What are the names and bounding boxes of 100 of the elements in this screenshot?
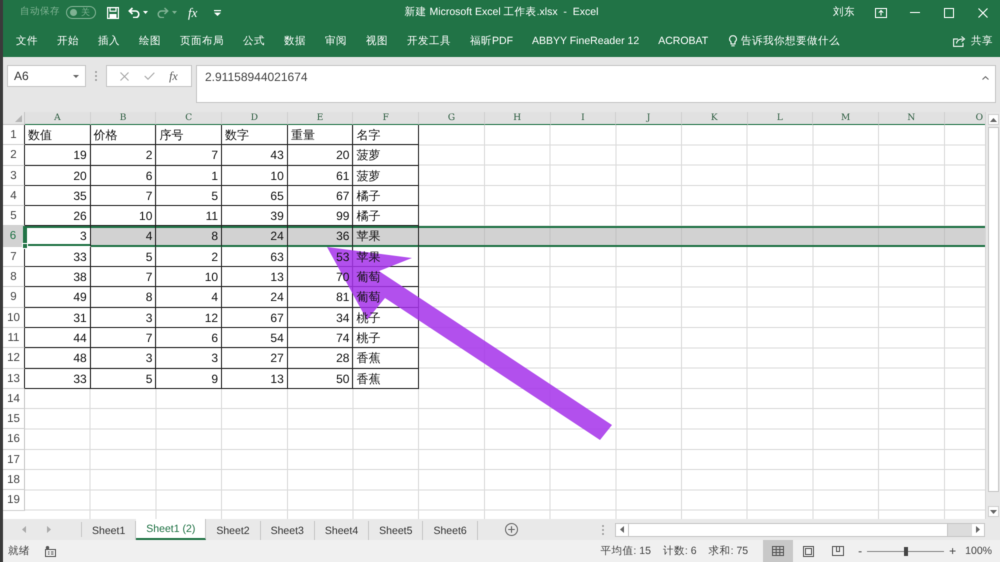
zoom-out-button[interactable]: -	[858, 544, 862, 558]
column-header[interactable]: I	[550, 112, 616, 125]
ribbon-tab[interactable]: ACROBAT	[658, 34, 708, 48]
row-header[interactable]: 7	[3, 246, 25, 268]
row-header[interactable]: 5	[3, 206, 25, 226]
close-icon[interactable]	[978, 8, 988, 18]
table-cell: 苹果	[353, 226, 420, 247]
row-header[interactable]: 10	[3, 308, 25, 328]
scroll-right-icon[interactable]	[976, 526, 980, 533]
ribbon-tab[interactable]: 文件	[16, 34, 38, 48]
column-header[interactable]: M	[813, 112, 879, 125]
customize-icon[interactable]	[214, 10, 222, 16]
share-button[interactable]: 共享	[953, 34, 993, 48]
minimize-icon[interactable]	[910, 12, 920, 13]
zoom-level-text[interactable]: 100%	[965, 544, 992, 558]
add-sheet-icon[interactable]	[504, 523, 518, 536]
row-header[interactable]: 19	[3, 490, 25, 511]
row-header[interactable]: 1	[3, 125, 25, 146]
column-header[interactable]: L	[748, 112, 814, 125]
table-cell: 4	[90, 226, 156, 247]
user-name[interactable]: 刘东	[833, 4, 856, 20]
table-cell: 橘子	[353, 186, 420, 206]
ribbon-tab[interactable]: 绘图	[139, 34, 161, 48]
scroll-up-icon[interactable]	[990, 118, 996, 122]
ribbon-tab[interactable]: 公式	[243, 34, 265, 48]
row-header[interactable]: 17	[3, 450, 25, 470]
row-header[interactable]: 18	[3, 470, 25, 490]
column-header[interactable]: K	[682, 112, 748, 125]
ribbon-tab[interactable]: 数据	[284, 34, 306, 48]
sheet-tab[interactable]: Sheet1 (2)	[136, 519, 206, 540]
table-cell: 7	[90, 328, 156, 348]
table-cell: 20	[25, 166, 91, 186]
page-break-icon	[832, 546, 844, 556]
zoom-in-button[interactable]: +	[949, 544, 956, 558]
table-cell: 7	[90, 267, 156, 288]
column-header[interactable]: B	[90, 112, 156, 125]
ribbon-display-options-icon[interactable]	[875, 8, 888, 18]
tell-me-search[interactable]: 告诉我你想要做什么	[729, 34, 840, 48]
table-cell: 数字	[222, 125, 288, 146]
scroll-down-icon[interactable]	[990, 510, 996, 514]
horizontal-scrollbar-thumb[interactable]	[628, 524, 948, 536]
column-header[interactable]: J	[616, 112, 682, 125]
row-header[interactable]: 14	[3, 388, 25, 410]
row-header[interactable]: 4	[3, 186, 25, 206]
save-icon[interactable]	[107, 6, 119, 18]
undo-icon[interactable]	[128, 7, 140, 18]
caret-icon[interactable]	[143, 11, 148, 14]
row-header[interactable]: 12	[3, 348, 25, 369]
fill-handle[interactable]	[22, 242, 28, 249]
expand-formula-bar-icon[interactable]	[982, 76, 989, 80]
column-header[interactable]: D	[222, 112, 288, 125]
scroll-left-icon[interactable]	[620, 526, 624, 533]
table-cell: 1	[156, 166, 222, 186]
ribbon-tab[interactable]: 页面布局	[180, 34, 224, 48]
ribbon-tab[interactable]: 视图	[366, 34, 388, 48]
table-cell: 价格	[90, 125, 156, 146]
column-header[interactable]: H	[484, 112, 550, 125]
column-header[interactable]: O	[944, 112, 985, 125]
row-header[interactable]: 16	[3, 429, 25, 450]
vertical-scrollbar-thumb[interactable]	[988, 127, 998, 492]
table-cell: 65	[222, 186, 288, 206]
table-cell: 74	[288, 328, 354, 348]
toggle-knob-icon	[70, 9, 77, 16]
ribbon-tab[interactable]: 开始	[57, 34, 79, 48]
column-header[interactable]: A	[25, 112, 91, 125]
table-cell: 33	[25, 368, 91, 389]
row-header[interactable]: 9	[3, 287, 25, 308]
row-header[interactable]: 6	[3, 226, 25, 247]
table-cell: 63	[222, 246, 288, 268]
table-cell: 24	[222, 287, 288, 308]
insert-function-button[interactable]: fx	[188, 6, 198, 20]
ribbon-tab[interactable]: 插入	[98, 34, 120, 48]
row-header[interactable]: 11	[3, 328, 25, 348]
column-header[interactable]: F	[353, 112, 420, 125]
column-header[interactable]: E	[288, 112, 354, 125]
row-header[interactable]: 15	[3, 409, 25, 430]
name-box[interactable]: A6	[7, 65, 86, 87]
enter-check-icon[interactable]	[144, 72, 155, 80]
macro-record-icon[interactable]	[45, 546, 56, 556]
formula-input[interactable]: 2.91158944021674	[196, 65, 996, 103]
table-cell: 5	[90, 368, 156, 389]
row-header[interactable]: 2	[3, 145, 25, 166]
ribbon-tab[interactable]: 福昕PDF	[470, 34, 513, 48]
column-header[interactable]: N	[878, 112, 945, 125]
column-header[interactable]: C	[156, 112, 222, 125]
column-header[interactable]: G	[419, 112, 485, 125]
table-cell: 10	[156, 267, 222, 288]
table-cell: 13	[222, 267, 288, 288]
ribbon-tab[interactable]: 审阅	[325, 34, 347, 48]
row-header[interactable]: 13	[3, 368, 25, 389]
insert-function-button[interactable]: fx	[169, 69, 178, 83]
ribbon-tab[interactable]: ABBYY FineReader 12	[532, 34, 640, 48]
maximize-icon[interactable]	[944, 8, 954, 18]
row-header[interactable]: 3	[3, 166, 25, 186]
horizontal-scrollbar[interactable]	[615, 522, 985, 536]
table-cell: 9	[156, 368, 222, 389]
zoom-slider-thumb[interactable]	[904, 546, 908, 556]
row-header[interactable]: 8	[3, 267, 25, 288]
view-button[interactable]	[763, 540, 794, 562]
ribbon-tab[interactable]: 开发工具	[407, 34, 451, 48]
